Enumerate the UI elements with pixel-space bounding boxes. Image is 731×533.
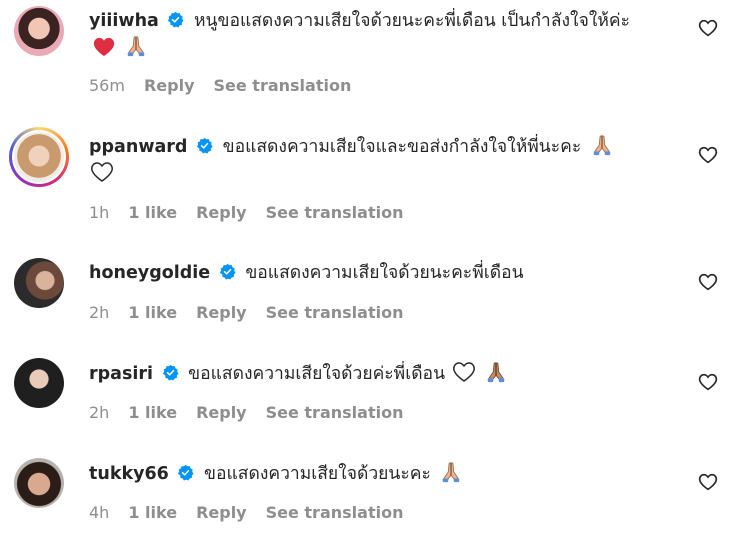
like-heart-icon[interactable]: [698, 373, 718, 391]
folded-hands-icon: [593, 135, 611, 156]
avatar[interactable]: [14, 358, 64, 408]
like-heart-icon[interactable]: [698, 473, 718, 491]
comment-text: ขอแสดงความเสียใจด้วยนะคะพี่เดือน: [245, 263, 524, 283]
likes-count[interactable]: 1 like: [128, 203, 177, 222]
reply-button[interactable]: Reply: [196, 503, 247, 522]
comment-time: 1h: [89, 203, 110, 222]
username[interactable]: tukky66: [89, 464, 169, 484]
comment-text: ขอแสดงความเสียใจด้วยค่ะพี่เดือน: [188, 364, 446, 384]
see-translation-link[interactable]: See translation: [266, 203, 404, 222]
folded-hands-icon: [487, 362, 505, 383]
likes-count[interactable]: 1 like: [128, 403, 177, 422]
reply-button[interactable]: Reply: [196, 303, 247, 322]
verified-badge-icon: [219, 263, 236, 280]
red-heart-icon: [93, 37, 115, 57]
white-heart-icon: [452, 362, 475, 382]
comment-text: ขอแสดงความเสียใจและขอส่งกำลังใจให้พี่นะค…: [222, 137, 582, 157]
username[interactable]: rpasiri: [89, 364, 153, 384]
comment-text: หนูขอแสดงความเสียใจด้วยนะคะพี่เดือน เป็น…: [194, 11, 631, 31]
like-heart-icon[interactable]: [698, 273, 718, 291]
see-translation-link[interactable]: See translation: [266, 503, 404, 522]
white-heart-icon: [91, 162, 113, 182]
comment-time: 4h: [89, 503, 110, 522]
username[interactable]: honeygoldie: [89, 263, 210, 283]
see-translation-link[interactable]: See translation: [266, 303, 404, 322]
like-heart-icon[interactable]: [698, 146, 718, 164]
see-translation-link[interactable]: See translation: [214, 76, 352, 95]
comment-time: 2h: [89, 403, 110, 422]
see-translation-link[interactable]: See translation: [266, 403, 404, 422]
avatar[interactable]: [14, 6, 64, 56]
folded-hands-icon: [127, 36, 144, 57]
folded-hands-icon: [443, 462, 460, 483]
comment-text: ขอแสดงความเสียใจด้วยนะคะ: [204, 464, 431, 484]
username[interactable]: yiiiwha: [89, 11, 159, 31]
reply-button[interactable]: Reply: [144, 76, 195, 95]
likes-count[interactable]: 1 like: [128, 503, 177, 522]
verified-badge-icon: [162, 364, 179, 381]
comment-time: 2h: [89, 303, 110, 322]
username[interactable]: ppanward: [89, 137, 187, 157]
like-heart-icon[interactable]: [698, 19, 718, 37]
avatar[interactable]: [14, 132, 64, 182]
verified-badge-icon: [178, 464, 194, 481]
verified-badge-icon: [196, 137, 213, 154]
verified-badge-icon: [168, 11, 184, 28]
comment-time: 56m: [89, 76, 125, 95]
reply-button[interactable]: Reply: [196, 403, 247, 422]
avatar[interactable]: [14, 458, 64, 508]
likes-count[interactable]: 1 like: [128, 303, 177, 322]
reply-button[interactable]: Reply: [196, 203, 247, 222]
avatar[interactable]: [14, 258, 64, 308]
